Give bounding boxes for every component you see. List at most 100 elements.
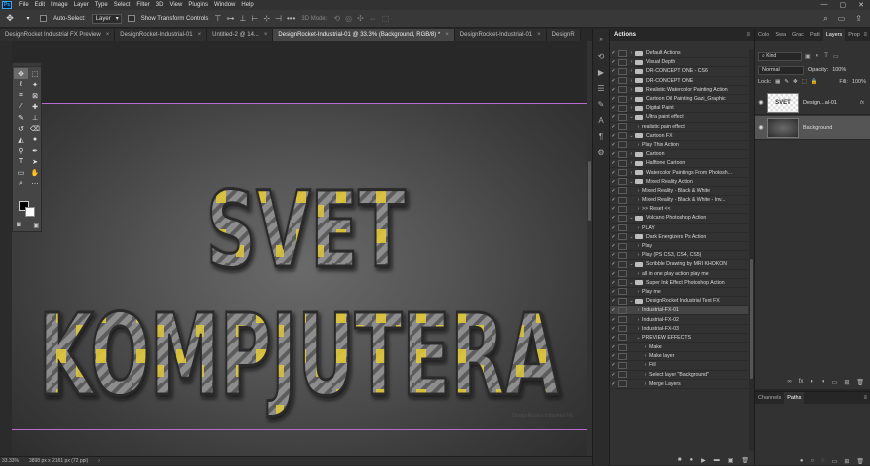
toggle-check-icon[interactable]: ✓ xyxy=(610,105,617,111)
paths-footer-icon[interactable]: 🗑 xyxy=(856,458,864,465)
layer-name[interactable]: Background xyxy=(803,125,832,131)
visibility-eye-icon[interactable]: ◉ xyxy=(755,99,767,106)
chevron-right-icon[interactable]: › xyxy=(635,326,642,332)
actions-footer-icon[interactable]: ▬ xyxy=(714,457,720,463)
toggle-check-icon[interactable]: ✓ xyxy=(610,160,617,166)
action-row[interactable]: ✓ ⌄ Dark Energizers Ps Action xyxy=(610,233,748,242)
action-row[interactable]: ✓ › Fill xyxy=(610,361,748,371)
quick-mask-icon[interactable]: ◙ xyxy=(17,222,21,229)
chevron-right-icon[interactable]: › xyxy=(642,362,649,368)
dodge-tool-icon[interactable]: ⚲ xyxy=(14,145,28,156)
panel-tab-swa[interactable]: Swa xyxy=(772,32,789,38)
zoom-tool-icon[interactable]: ⌕ xyxy=(14,178,28,189)
panel-tab-prop[interactable]: Prop xyxy=(845,32,863,38)
magic-wand-tool-icon[interactable]: ✦ xyxy=(28,79,42,90)
more-tools-icon[interactable]: ⋯ xyxy=(28,178,42,189)
chevron-right-icon[interactable]: › xyxy=(635,197,642,203)
toggle-check-icon[interactable]: ✓ xyxy=(610,243,617,249)
align-vcenter-icon[interactable]: ⊶ xyxy=(226,14,234,23)
toggle-check-icon[interactable]: ✓ xyxy=(610,142,617,148)
menu-window[interactable]: Window xyxy=(211,2,238,8)
toggle-check-icon[interactable]: ✓ xyxy=(610,225,617,231)
actions-footer-icon[interactable]: ● xyxy=(689,457,693,463)
share-icon[interactable]: ⇪ xyxy=(855,14,862,24)
action-row[interactable]: ✓ › Cartoon Oil Painting Gazi_Graphic xyxy=(610,95,748,105)
dialog-toggle[interactable] xyxy=(618,169,627,177)
dialog-toggle[interactable] xyxy=(618,77,627,85)
menu-filter[interactable]: Filter xyxy=(133,2,152,8)
lock-all-icon[interactable]: 🔒 xyxy=(811,79,818,85)
close-tab-icon[interactable]: × xyxy=(106,32,110,38)
action-row[interactable]: ✓ › Industrial-FX-01 xyxy=(610,306,748,316)
dialog-toggle[interactable] xyxy=(618,187,627,195)
action-row[interactable]: ✓ › Realistic Watercolor Painting Action xyxy=(610,86,748,95)
dialog-toggle[interactable] xyxy=(618,113,627,121)
close-tab-icon[interactable]: × xyxy=(537,32,541,38)
layers-footer-icon[interactable]: ◐ xyxy=(810,379,814,385)
tab-designr[interactable]: DesignR xyxy=(546,29,581,41)
action-row[interactable]: ✓ › DR-CONCEPT ONE - CS6 xyxy=(610,67,748,77)
dialog-toggle[interactable] xyxy=(618,260,627,268)
move-tool-icon[interactable]: ✥ xyxy=(14,68,28,79)
3d-slide-icon[interactable]: ⇔ xyxy=(369,14,377,23)
chevron-right-icon[interactable]: › xyxy=(628,50,635,56)
paths-footer-icon[interactable]: ● xyxy=(800,458,804,464)
filter-type-icon[interactable]: T xyxy=(824,53,828,60)
dialog-toggle[interactable] xyxy=(618,334,627,342)
blend-mode-dropdown[interactable]: Normal xyxy=(758,65,804,75)
toggle-check-icon[interactable]: ✓ xyxy=(610,362,617,368)
dialog-toggle[interactable] xyxy=(618,297,627,305)
toggle-check-icon[interactable]: ✓ xyxy=(610,114,617,120)
filter-pixel-icon[interactable]: ▣ xyxy=(805,53,811,60)
dialog-toggle[interactable] xyxy=(618,233,627,241)
action-row[interactable]: ✓ ⌄ Cartoon FX xyxy=(610,132,748,141)
chevron-right-icon[interactable]: › xyxy=(635,271,642,277)
chevron-right-icon[interactable]: › xyxy=(642,381,649,387)
toggle-check-icon[interactable]: ✓ xyxy=(610,372,617,378)
action-row[interactable]: ✓ › Default Actions xyxy=(610,49,748,59)
paths-footer-icon[interactable]: ○ xyxy=(810,458,814,464)
document-canvas[interactable]: SVET KOMPJUTERA xyxy=(12,103,587,456)
panel-tab-patt[interactable]: Patt xyxy=(807,32,823,38)
dialog-toggle[interactable] xyxy=(618,306,627,314)
canvas-area[interactable]: SVET KOMPJUTERA DesignRocket Industrial … xyxy=(12,41,592,456)
toggle-check-icon[interactable]: ✓ xyxy=(610,252,617,258)
scrollbar-thumb[interactable] xyxy=(588,161,591,221)
chevron-right-icon[interactable]: › xyxy=(635,124,642,130)
menu-edit[interactable]: Edit xyxy=(32,2,48,8)
minimize-button[interactable]: — xyxy=(821,1,828,9)
toggle-check-icon[interactable]: ✓ xyxy=(610,234,617,240)
action-row[interactable]: ✓ › DR-CONCEPT ONE xyxy=(610,77,748,86)
toggle-check-icon[interactable]: ✓ xyxy=(610,335,617,341)
toggle-check-icon[interactable]: ✓ xyxy=(610,50,617,56)
dialog-toggle[interactable] xyxy=(618,104,627,112)
lock-paint-icon[interactable]: ✎ xyxy=(784,79,789,85)
3d-roll-icon[interactable]: ◎ xyxy=(345,14,352,23)
dialog-toggle[interactable] xyxy=(618,270,627,278)
action-row[interactable]: ✓ › Mixed Reality - Black & White xyxy=(610,187,748,196)
history-panel-icon[interactable]: ⟲ xyxy=(595,51,607,61)
chevron-down-icon[interactable]: ⌄ xyxy=(628,234,635,240)
filter-shape-icon[interactable]: ▭ xyxy=(833,53,839,60)
layer-fx-badge[interactable]: fx xyxy=(860,100,864,106)
chevron-right-icon[interactable]: › xyxy=(635,225,642,231)
chevron-right-icon[interactable]: › xyxy=(635,243,642,249)
panel-menu-icon[interactable]: ≡ xyxy=(746,32,750,38)
dialog-toggle[interactable] xyxy=(618,224,627,232)
properties-panel-icon[interactable]: ☰ xyxy=(595,83,607,93)
chevron-down-icon[interactable]: ⌄ xyxy=(628,261,635,267)
toggle-check-icon[interactable]: ✓ xyxy=(610,317,617,323)
fill-value[interactable]: 100% xyxy=(852,79,866,85)
toggle-check-icon[interactable]: ✓ xyxy=(610,68,617,74)
menu-3d[interactable]: 3D xyxy=(153,2,167,8)
marquee-tool-icon[interactable]: ⬚ xyxy=(28,68,42,79)
chevron-down-icon[interactable]: ⌄ xyxy=(628,114,635,120)
brush-tool-icon[interactable]: ✎ xyxy=(14,112,28,123)
toggle-check-icon[interactable]: ✓ xyxy=(610,59,617,65)
type-tool-icon[interactable]: T xyxy=(14,156,28,167)
screen-mode-icon[interactable]: ▣ xyxy=(33,222,39,229)
toggle-check-icon[interactable]: ✓ xyxy=(610,78,617,84)
dialog-toggle[interactable] xyxy=(618,196,627,204)
layers-footer-icon[interactable]: 🗑 xyxy=(856,379,864,386)
eyedropper-tool-icon[interactable]: ⁄ xyxy=(14,101,28,112)
